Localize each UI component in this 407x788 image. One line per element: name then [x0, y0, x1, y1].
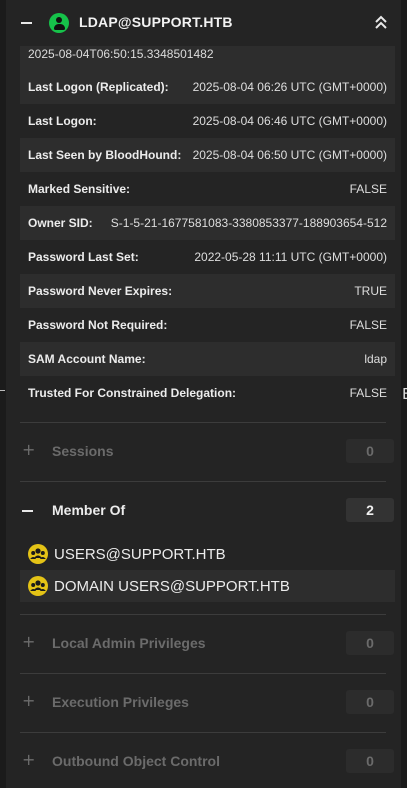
property-label: Last Logon (Replicated):	[28, 80, 169, 94]
property-value[interactable]: 2022-05-28 11:11 UTC (GMT+0000)	[194, 250, 387, 264]
count-badge: 0	[346, 690, 394, 714]
section-local-admin[interactable]: + Local Admin Privileges 0	[20, 615, 395, 673]
property-value[interactable]: TRUE	[354, 284, 387, 298]
property-value[interactable]: FALSE	[350, 386, 387, 400]
property-row: Marked Sensitive: FALSE	[20, 172, 395, 206]
property-value[interactable]: 2025-08-04 06:46 UTC (GMT+0000)	[193, 114, 387, 128]
panel-content: 2025-08-04T06:50:15.3348501482 Last Logo…	[20, 38, 395, 788]
property-value[interactable]: ldap	[364, 352, 387, 366]
property-list: Last Logon (Replicated): 2025-08-04 06:26…	[20, 70, 395, 410]
section-member-of[interactable]: Member Of 2	[20, 482, 395, 540]
expand-plus-icon[interactable]: +	[22, 632, 35, 651]
property-label: Password Last Set:	[28, 250, 139, 264]
count-badge: 0	[346, 631, 394, 655]
property-row: Last Logon (Replicated): 2025-08-04 06:26…	[20, 70, 395, 104]
section-title: Local Admin Privileges	[52, 635, 206, 651]
chevrons-up-icon[interactable]	[372, 12, 390, 32]
property-value[interactable]: FALSE	[350, 318, 387, 332]
property-row: Last Seen by BloodHound: 2025-08-04 06:50…	[20, 138, 395, 172]
property-label: Marked Sensitive:	[28, 182, 131, 196]
collapse-minus-icon[interactable]	[21, 22, 32, 24]
property-label: Password Never Expires:	[28, 284, 173, 298]
property-value: 2025-08-04T06:50:15.3348501482	[28, 47, 214, 61]
count-badge: 2	[346, 498, 394, 522]
expand-plus-icon[interactable]: +	[22, 440, 35, 459]
count-badge: 0	[346, 439, 394, 463]
property-row: SAM Account Name: ldap	[20, 342, 395, 376]
collapse-minus-icon[interactable]	[22, 510, 33, 512]
section-title: Outbound Object Control	[52, 753, 220, 769]
property-label: SAM Account Name:	[28, 352, 146, 366]
property-row: Password Last Set: 2022-05-28 11:11 UTC (…	[20, 240, 395, 274]
property-label: Last Seen by BloodHound:	[28, 148, 182, 162]
list-item[interactable]: USERS@SUPPORT.HTB	[20, 538, 395, 570]
property-label: Last Logon:	[28, 114, 97, 128]
section-outbound[interactable]: + Outbound Object Control 0	[20, 733, 395, 788]
property-value[interactable]: FALSE	[350, 182, 387, 196]
section-sessions[interactable]: + Sessions 0	[20, 423, 395, 481]
property-row: Password Not Required: FALSE	[20, 308, 395, 342]
left-edge-tick	[0, 390, 5, 391]
property-value[interactable]: S-1-5-21-1677581083-3380853377-188903654…	[111, 216, 387, 230]
section-execution[interactable]: + Execution Privileges 0	[20, 674, 395, 732]
count-badge: 0	[346, 749, 394, 773]
property-value[interactable]: 2025-08-04 06:26 UTC (GMT+0000)	[193, 80, 387, 94]
user-icon	[49, 13, 69, 33]
group-icon	[28, 544, 48, 564]
property-label: Trusted For Constrained Delegation:	[28, 386, 237, 400]
property-label: Owner SID:	[28, 216, 93, 230]
section-title: Sessions	[52, 443, 114, 459]
list-item[interactable]: DOMAIN USERS@SUPPORT.HTB	[20, 570, 395, 602]
property-row: Last Logon: 2025-08-04 06:46 UTC (GMT+000…	[20, 104, 395, 138]
group-icon	[28, 576, 48, 596]
node-title: LDAP@SUPPORT.HTB	[79, 14, 233, 30]
expand-plus-icon[interactable]: +	[22, 691, 35, 710]
member-of-list: USERS@SUPPORT.HTB DOMAIN USERS@SUPPORT.H…	[20, 538, 395, 602]
panel-header[interactable]: LDAP@SUPPORT.HTB	[6, 0, 401, 46]
right-edge-fragment: E	[402, 385, 407, 403]
group-name: USERS@SUPPORT.HTB	[54, 545, 226, 563]
property-label: Password Not Required:	[28, 318, 168, 332]
entity-panel: LDAP@SUPPORT.HTB 2025-08-04T06:50:15.334…	[6, 0, 401, 788]
section-title: Member Of	[52, 502, 126, 518]
group-name: DOMAIN USERS@SUPPORT.HTB	[54, 577, 290, 595]
expand-plus-icon[interactable]: +	[22, 750, 35, 769]
property-row: Owner SID: S-1-5-21-1677581083-3380853377…	[20, 206, 395, 240]
property-row: Trusted For Constrained Delegation: FALSE	[20, 376, 395, 410]
section-title: Execution Privileges	[52, 694, 189, 710]
property-row: Password Never Expires: TRUE	[20, 274, 395, 308]
property-value[interactable]: 2025-08-04 06:50 UTC (GMT+0000)	[193, 148, 387, 162]
